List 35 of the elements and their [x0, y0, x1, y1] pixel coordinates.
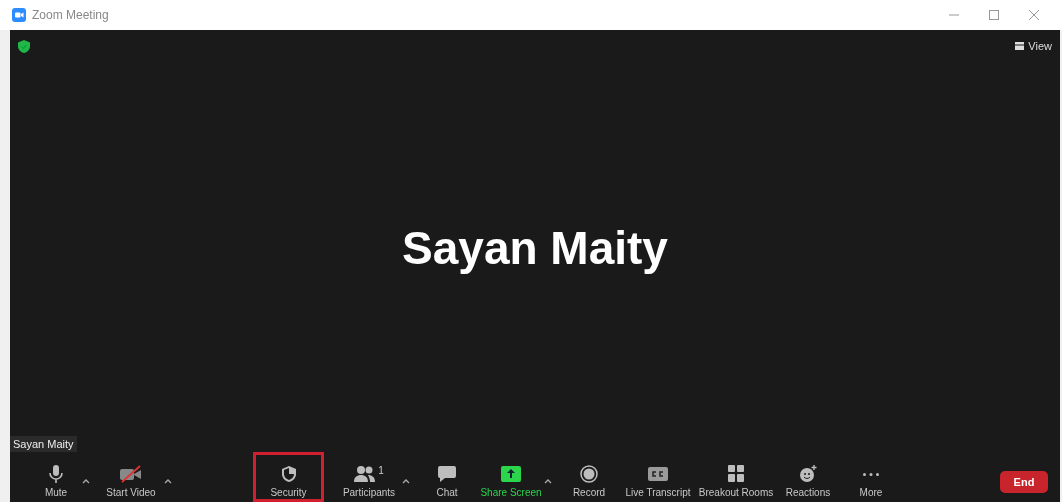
reactions-button[interactable]: Reactions [782, 452, 834, 502]
caret-icon [402, 478, 410, 484]
app-logo-icon [12, 8, 26, 22]
smiley-plus-icon [798, 465, 818, 483]
video-button[interactable]: Start Video [100, 452, 162, 502]
caret-icon [82, 478, 90, 484]
closed-captions-icon [647, 465, 669, 483]
grid-icon [726, 465, 746, 483]
shield-check-icon [18, 39, 30, 53]
close-icon [1029, 10, 1039, 20]
view-button[interactable]: View [1011, 38, 1056, 54]
share-button[interactable]: Share Screen [480, 452, 542, 502]
participants-button[interactable]: 1 Participants [338, 452, 400, 502]
participant-name: Sayan Maity [402, 221, 668, 275]
transcript-button[interactable]: Live Transcript [624, 452, 692, 502]
window-title: Zoom Meeting [32, 8, 110, 22]
chat-button[interactable]: Chat [426, 452, 468, 502]
microphone-icon [46, 465, 66, 483]
more-button[interactable]: More [848, 452, 894, 502]
participant-count: 1 [378, 465, 384, 476]
record-button[interactable]: Record [568, 452, 610, 502]
record-icon [579, 465, 599, 483]
people-icon [354, 465, 377, 483]
grid-icon [1015, 42, 1025, 50]
end-button[interactable]: End [1000, 471, 1048, 493]
caret-icon [544, 478, 552, 484]
caret-icon [164, 478, 172, 484]
chat-bubble-icon [437, 465, 457, 483]
name-tag: Sayan Maity [10, 436, 77, 452]
dots-icon [863, 473, 879, 476]
maximize-icon [989, 10, 999, 20]
security-button[interactable]: Security [253, 452, 324, 502]
breakout-button[interactable]: Breakout Rooms [698, 452, 774, 502]
camera-crossed-icon [118, 465, 144, 483]
mute-button[interactable]: Mute [32, 452, 80, 502]
